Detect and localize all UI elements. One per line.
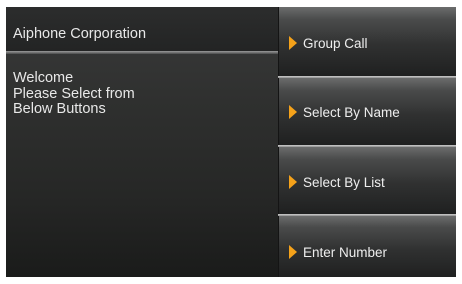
header-bar: Aiphone Corporation: [6, 7, 278, 51]
intercom-screen: Aiphone Corporation Welcome Please Selec…: [6, 7, 456, 277]
welcome-line: Below Buttons: [13, 101, 106, 117]
welcome-line: Welcome: [13, 70, 74, 86]
company-name: Aiphone Corporation: [13, 26, 147, 42]
group-call-button[interactable]: Group Call: [278, 7, 456, 76]
header-divider: [6, 51, 278, 54]
enter-number-button[interactable]: Enter Number: [278, 216, 456, 277]
group-call-label: Group Call: [303, 36, 368, 51]
enter-number-label: Enter Number: [303, 245, 388, 260]
play-arrow-icon: [289, 245, 297, 259]
play-arrow-icon: [289, 36, 297, 50]
select-by-name-button[interactable]: Select By Name: [278, 78, 456, 145]
welcome-message: Welcome Please Select from Below Buttons: [13, 70, 135, 118]
info-panel: Aiphone Corporation Welcome Please Selec…: [6, 7, 278, 277]
welcome-line: Please Select from: [13, 85, 135, 102]
select-by-name-label: Select By Name: [303, 105, 400, 120]
play-arrow-icon: [289, 175, 297, 189]
menu-panel: Group Call Select By Name Select By List…: [278, 7, 456, 277]
select-by-list-button[interactable]: Select By List: [278, 147, 456, 214]
play-arrow-icon: [289, 105, 297, 119]
select-by-list-label: Select By List: [303, 175, 385, 190]
